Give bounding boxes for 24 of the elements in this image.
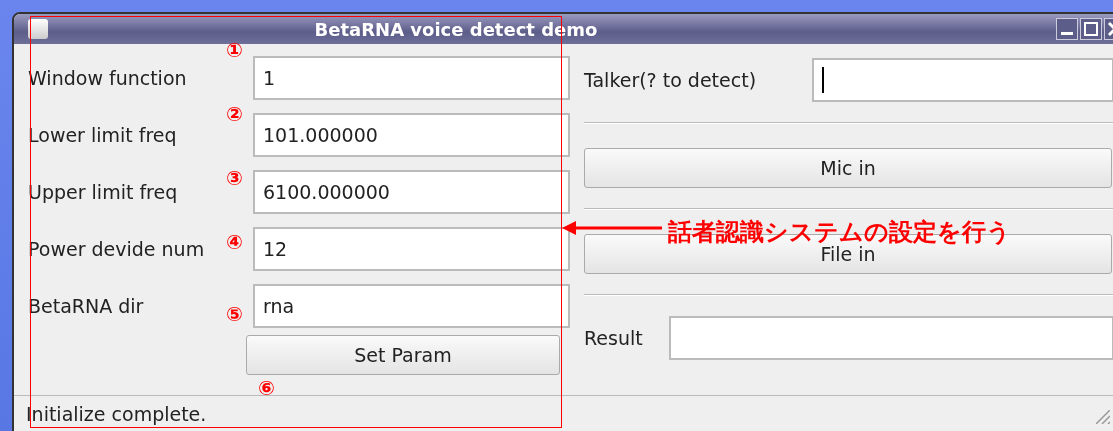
input-field[interactable]: 101.000000 [253,113,570,157]
window-icon [28,19,48,39]
number-marker: ④ [226,232,243,252]
resize-grip-icon [1096,410,1110,424]
maximize-icon [1083,21,1099,37]
maximize-button[interactable] [1080,18,1102,40]
number-marker: ② [226,104,243,124]
minimize-icon [1061,32,1073,35]
number-marker: ③ [226,168,243,188]
mic-in-button[interactable]: Mic in [584,148,1112,188]
number-marker: ⑤ [226,304,243,324]
input-field[interactable]: 12 [253,227,570,271]
number-marker: ⑥ [258,378,275,398]
set-param-button[interactable]: Set Param [246,335,560,375]
input-field[interactable]: 1 [253,56,570,100]
minimize-button[interactable] [1056,18,1078,40]
field-label: Result [584,327,643,349]
field-label: BetaRNA dir [28,295,144,317]
talker-field[interactable] [812,58,1113,102]
result-field[interactable] [669,316,1113,360]
number-marker: ① [226,40,243,60]
input-field[interactable]: rna [253,284,570,328]
field-label: Talker(? to detect) [584,69,757,91]
input-field[interactable]: 6100.000000 [253,170,570,214]
